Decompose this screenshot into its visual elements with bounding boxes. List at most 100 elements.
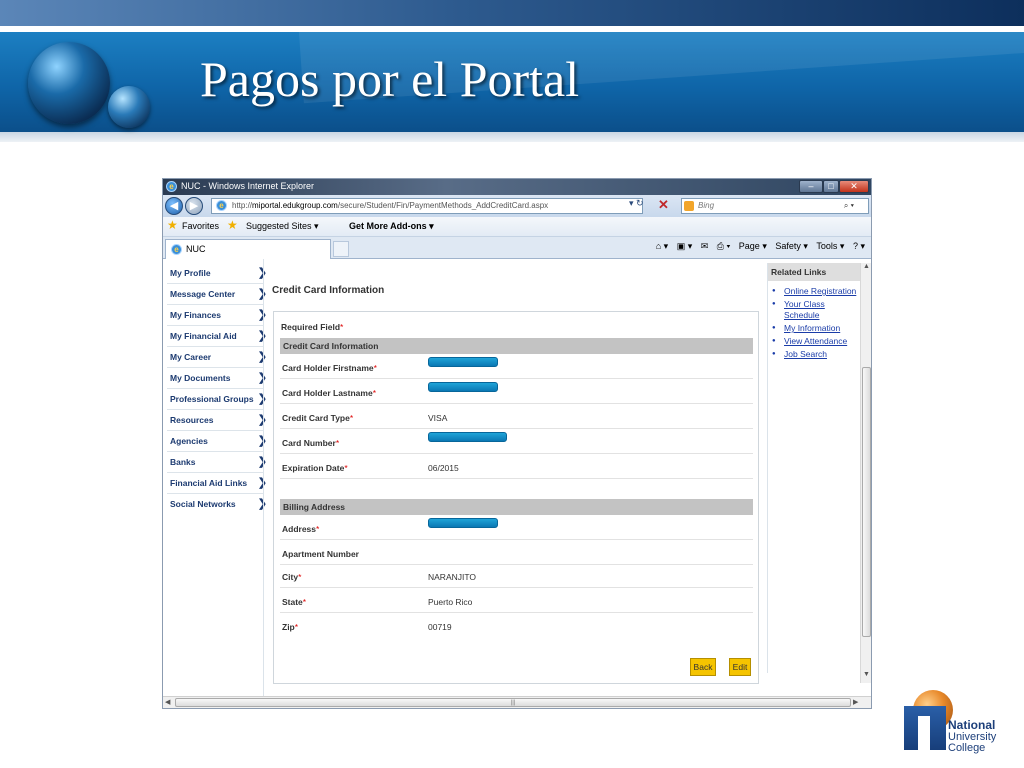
firstname-field-redacted[interactable] [428, 357, 498, 367]
vertical-scrollbar[interactable]: ▲ ▼ [860, 263, 871, 683]
required-asterisk: * [335, 438, 340, 448]
expiration-label-text: Expiration Date [282, 463, 345, 473]
tools-menu[interactable]: Tools ▾ [816, 241, 844, 251]
stop-icon[interactable]: ✕ [658, 197, 669, 213]
slide-title: Pagos por el Portal [200, 51, 580, 107]
scroll-left-icon[interactable]: ◀ [165, 698, 170, 706]
required-field-note: Required Field* [281, 322, 343, 332]
get-more-addons-link[interactable]: Get More Add-ons ▾ [349, 221, 434, 232]
card-type-value: VISA [428, 413, 448, 423]
city-label-text: City [282, 572, 299, 582]
page-menu[interactable]: Page ▾ [739, 241, 767, 251]
horizontal-scrollbar[interactable]: ◀ ||| ▶ [163, 696, 871, 708]
row-zip: Zip* 00719 [280, 613, 753, 638]
minimize-button[interactable]: – [799, 180, 823, 193]
sidebar-item-my-documents[interactable]: My Documents❯ [167, 368, 267, 389]
close-window-button[interactable]: ✕ [839, 180, 869, 193]
tab-nuc[interactable]: e NUC [165, 239, 331, 259]
section-header-credit-card: Credit Card Information [280, 338, 753, 354]
card-number-field-redacted[interactable] [428, 432, 507, 442]
sidebar-item-message-center[interactable]: Message Center❯ [167, 284, 267, 305]
favorites-button[interactable]: Favorites [182, 221, 219, 231]
sidebar-item-my-finances[interactable]: My Finances❯ [167, 305, 267, 326]
sidebar-item-agencies[interactable]: Agencies❯ [167, 431, 267, 452]
lastname-field-redacted[interactable] [428, 382, 498, 392]
scroll-right-icon[interactable]: ▶ [853, 698, 858, 706]
scroll-up-icon[interactable]: ▲ [863, 263, 870, 270]
section-header-billing: Billing Address [280, 499, 753, 515]
required-asterisk: * [298, 572, 302, 582]
sidebar-item-label: Financial Aid Links [170, 478, 248, 488]
sidebar-item-label: Message Center [170, 289, 236, 299]
print-icon[interactable]: ⎙ ▾ [717, 241, 730, 251]
forward-nav-button[interactable]: ▶ [185, 197, 203, 215]
maximize-button[interactable]: □ [823, 180, 839, 193]
help-icon[interactable]: ? ▾ [853, 241, 865, 251]
favorites-bar: ★ Favorites ★ Suggested Sites ▾ Get More… [163, 217, 871, 237]
url-domain: miportal.edukgroup.com [252, 201, 338, 210]
sidebar-item-label: My Career [170, 352, 212, 362]
sidebar-item-social-networks[interactable]: Social Networks❯ [167, 494, 267, 515]
required-asterisk: * [344, 463, 348, 473]
back-nav-button[interactable]: ◀ [165, 197, 183, 215]
tab-label: NUC [186, 244, 206, 254]
url-prefix: http:// [232, 201, 253, 210]
row-apartment: Apartment Number [280, 540, 753, 565]
sidebar-item-label: Resources [170, 415, 214, 425]
expiration-value: 06/2015 [428, 463, 459, 473]
related-link-my-information[interactable]: My Information [772, 323, 860, 334]
mail-icon[interactable]: ✉ [701, 241, 709, 251]
new-tab-button[interactable] [333, 241, 349, 257]
row-card-type: Credit Card Type* VISA [280, 404, 753, 429]
refresh-dropdown-icon[interactable]: ▾ ↻ [629, 198, 644, 209]
bing-icon [684, 201, 694, 211]
sidebar-item-resources[interactable]: Resources❯ [167, 410, 267, 431]
suggested-sites-link[interactable]: Suggested Sites ▾ [246, 221, 319, 232]
sidebar-item-banks[interactable]: Banks❯ [167, 452, 267, 473]
related-link-view-attendance[interactable]: View Attendance [772, 336, 860, 347]
related-link-job-search[interactable]: Job Search [772, 349, 860, 360]
sidebar-item-professional-groups[interactable]: Professional Groups❯ [167, 389, 267, 410]
address-label: Address* [282, 524, 319, 534]
address-field-redacted[interactable] [428, 518, 498, 528]
state-label-text: State [282, 597, 303, 607]
row-city: City* NARANJITO [280, 563, 753, 588]
vertical-scroll-thumb[interactable] [862, 367, 871, 637]
sidebar-item-label: My Documents [170, 373, 231, 383]
horizontal-scroll-thumb[interactable]: ||| [175, 698, 851, 707]
back-button[interactable]: Back [690, 658, 716, 676]
sidebar-item-my-profile[interactable]: My Profile❯ [167, 263, 267, 284]
edit-button[interactable]: Edit [729, 658, 751, 676]
related-link-online-registration[interactable]: Online Registration [772, 286, 860, 297]
logo-line1: National [948, 718, 996, 732]
browser-window: e NUC - Windows Internet Explorer – □ ✕ … [162, 178, 872, 709]
zip-label: Zip* [282, 622, 298, 632]
sidebar-item-my-financial-aid[interactable]: My Financial Aid❯ [167, 326, 267, 347]
row-expiration: Expiration Date* 06/2015 [280, 454, 753, 479]
slide-under-band [0, 132, 1024, 142]
row-firstname: Card Holder Firstname* [280, 354, 753, 379]
sidebar-item-my-career[interactable]: My Career❯ [167, 347, 267, 368]
address-bar-row: ◀ ▶ e http://miportal.edukgroup.com/secu… [163, 195, 871, 217]
safety-menu[interactable]: Safety ▾ [775, 241, 808, 251]
search-input[interactable]: Bing ⌕ ▾ [681, 198, 869, 214]
card-number-label-text: Card Number [282, 438, 336, 448]
zip-label-text: Zip [282, 622, 295, 632]
row-address: Address* [280, 515, 753, 540]
globe-orb-small-icon [108, 86, 150, 128]
add-favorite-icon[interactable]: ★ [227, 218, 238, 232]
related-link-class-schedule[interactable]: Your Class Schedule [772, 299, 860, 321]
sidebar-nav: My Profile❯ Message Center❯ My Finances❯… [167, 263, 267, 515]
home-icon[interactable]: ⌂ ▾ [656, 241, 668, 251]
address-label-text: Address [282, 524, 317, 534]
feeds-icon[interactable]: ▣ ▾ [677, 241, 693, 251]
sidebar-item-label: My Financial Aid [170, 331, 237, 341]
lastname-label: Card Holder Lastname* [282, 388, 376, 398]
scroll-down-icon[interactable]: ▼ [863, 671, 870, 678]
required-asterisk: * [372, 388, 377, 398]
zip-value: 00719 [428, 622, 452, 632]
card-number-label: Card Number* [282, 438, 339, 448]
address-input[interactable]: e http://miportal.edukgroup.com/secure/S… [211, 198, 643, 214]
sidebar-item-financial-aid-links[interactable]: Financial Aid Links❯ [167, 473, 267, 494]
search-icon[interactable]: ⌕ ▾ [844, 199, 854, 213]
